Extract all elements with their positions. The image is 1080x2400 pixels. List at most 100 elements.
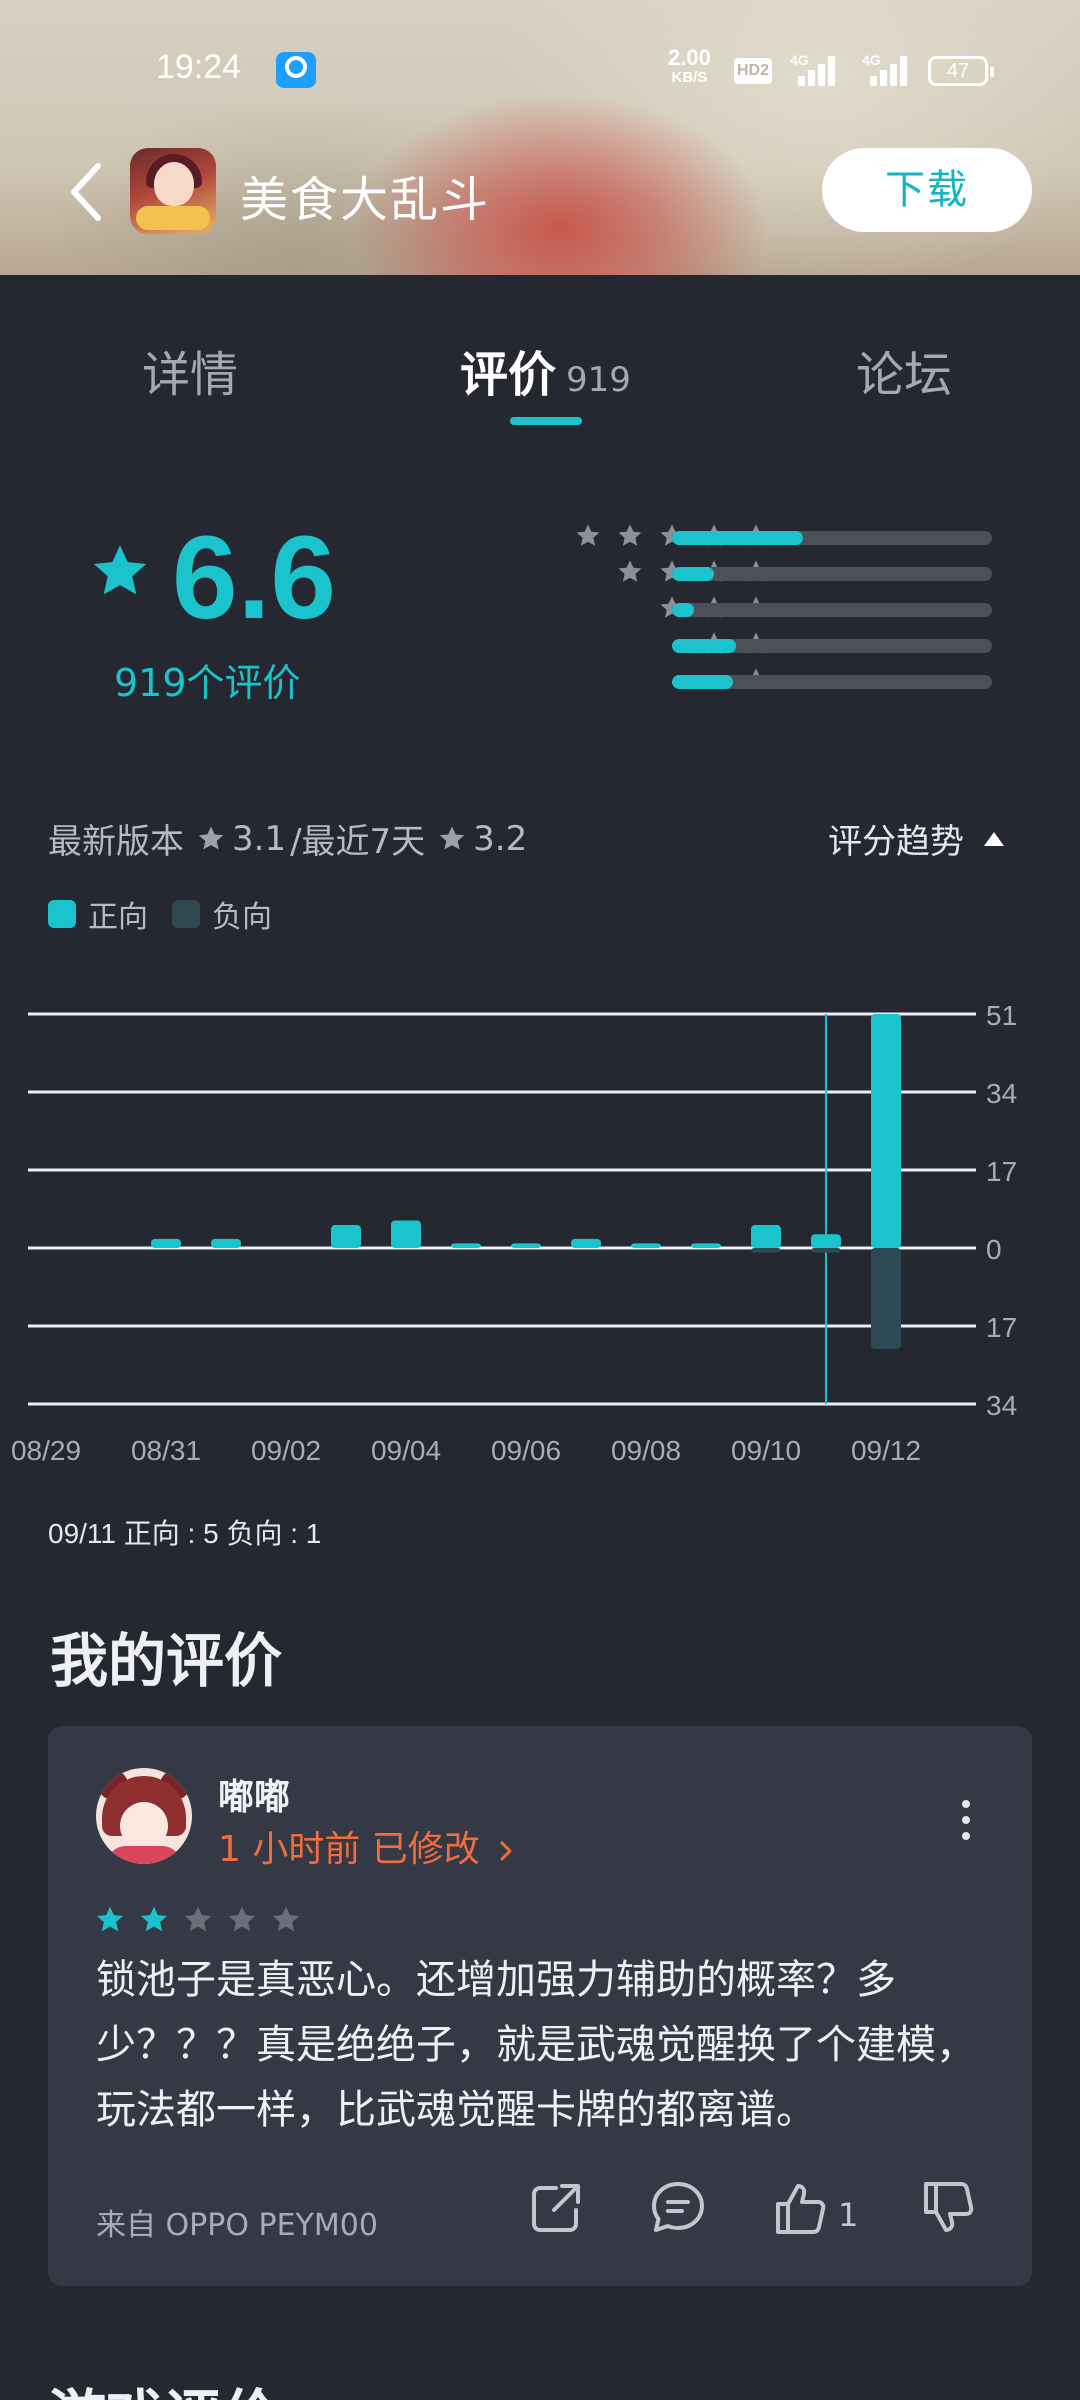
positive-bar <box>451 1243 481 1248</box>
battery-icon: 47 <box>928 56 994 86</box>
x-tick-label: 09/08 <box>611 1435 681 1466</box>
positive-bar <box>811 1234 841 1248</box>
star-empty-icon <box>184 1906 212 1932</box>
x-tick-label: 09/10 <box>731 1435 801 1466</box>
star-empty-icon <box>228 1906 256 1932</box>
app-icon <box>130 148 216 234</box>
positive-bar <box>571 1238 601 1248</box>
star-icon <box>576 524 600 546</box>
rating-row-4-star <box>440 558 992 588</box>
network-speed: 2.00 KB/S <box>668 45 711 87</box>
rating-trend-toggle[interactable]: 评分趋势 <box>828 814 1004 863</box>
device-label: 来自 OPPO PEYM00 <box>96 2208 378 2243</box>
rating-bar-fill <box>672 639 736 653</box>
app-header: 19:24 2.00 KB/S HD2 4G 4G 47 美食大乱斗 下载 <box>0 0 1080 275</box>
latest-version-score: 3.1 <box>232 818 287 859</box>
comment-button[interactable] <box>648 2178 708 2238</box>
y-tick-label: 0 <box>986 1234 1002 1265</box>
star-icon <box>439 826 465 849</box>
star-filled-icon <box>96 1906 124 1932</box>
hd-voice-icon: HD2 <box>734 58 772 84</box>
download-button[interactable]: 下载 <box>822 148 1032 232</box>
version-rating-line: 最新版本 3.1 /最近7天 3.2 <box>48 814 527 863</box>
more-options-button[interactable] <box>954 1800 978 1850</box>
y-tick-label: 51 <box>986 1000 1017 1031</box>
avatar[interactable] <box>96 1768 192 1864</box>
legend-negative: 负向 <box>172 892 272 936</box>
x-tick-label: 09/04 <box>371 1435 441 1466</box>
comment-icon <box>652 2182 704 2232</box>
tab-forum[interactable]: 论坛 <box>856 335 952 405</box>
status-time: 19:24 <box>156 48 242 86</box>
rating-trend-chart[interactable]: 51 34 17 0 17 34 08/29 08/31 09/02 09/04 09/06 09/0… <box>0 940 1080 1480</box>
x-tick-label: 09/06 <box>491 1435 561 1466</box>
rating-row-5-star <box>440 522 992 552</box>
rating-count: 919个评价 <box>114 661 301 705</box>
review-text: 锁池子是真恶心。还增加强力辅助的概率？多少？？？真是绝绝子，就是武魂觉醒换了个建… <box>96 1957 976 2133</box>
like-button[interactable] <box>770 2178 830 2238</box>
my-review-title: 我的评价 <box>50 1627 283 1695</box>
signal-icon-2: 4G <box>862 52 922 86</box>
positive-bar <box>871 1014 901 1248</box>
y-tick-label: 34 <box>986 1078 1017 1109</box>
rating-bar-fill <box>672 567 714 581</box>
tab-reviews[interactable]: 评价 919 <box>460 335 631 405</box>
positive-bar <box>691 1243 721 1248</box>
tab-bar: 详情 评价 919 论坛 <box>0 275 1080 435</box>
tab-details[interactable]: 详情 <box>142 335 238 405</box>
star-icon <box>198 826 224 849</box>
notification-app-icon <box>276 52 316 88</box>
chevron-right-icon <box>500 1841 512 1861</box>
rating-bar-track <box>672 639 992 653</box>
star-icon <box>618 524 642 546</box>
positive-bar <box>511 1243 541 1248</box>
y-tick-label: 34 <box>986 1390 1017 1421</box>
recent-label: /最近7天 <box>290 822 426 862</box>
positive-bar <box>391 1220 421 1248</box>
rating-bar-fill <box>672 603 695 617</box>
back-button[interactable] <box>62 158 112 226</box>
game-review-title: 游戏评价 <box>48 2370 280 2400</box>
triangle-up-icon <box>984 831 1004 846</box>
rating-score: 6.6 <box>172 512 337 644</box>
app-title: 美食大乱斗 <box>240 172 491 228</box>
y-tick-label: 17 <box>986 1312 1017 1343</box>
status-bar: 19:24 2.00 KB/S HD2 4G 4G 47 <box>0 0 1080 140</box>
my-review-card: 嘟嘟 1 小时前 已修改 锁池子是真恶心。还增加强力辅助的概率？多少？？？真是绝… <box>48 1726 1032 2286</box>
thumbs-down-icon <box>924 2182 974 2232</box>
latest-version-label: 最新版本 <box>48 822 184 862</box>
rating-row-1-star <box>440 666 992 696</box>
negative-bar <box>811 1248 841 1253</box>
x-tick-label: 08/29 <box>11 1435 81 1466</box>
signal-icon: 4G <box>790 52 850 86</box>
star-icon <box>618 560 642 582</box>
chart-legend: 正向 负向 <box>48 892 296 936</box>
rating-bar-track <box>672 675 992 689</box>
review-time-link[interactable]: 1 小时前 已修改 <box>218 1820 513 1872</box>
chevron-left-icon <box>71 163 101 221</box>
legend-positive: 正向 <box>48 892 148 936</box>
chart-svg: 51 34 17 0 17 34 08/29 08/31 09/02 09/04 09/06 09/0… <box>11 1000 1017 1466</box>
share-button[interactable] <box>526 2178 586 2238</box>
rating-bar-fill <box>672 531 804 545</box>
star-filled-icon <box>140 1906 168 1932</box>
star-empty-icon <box>272 1906 300 1932</box>
y-tick-label: 17 <box>986 1156 1017 1187</box>
rating-bar-track <box>672 567 992 581</box>
positive-bar <box>151 1238 181 1248</box>
positive-bar <box>331 1225 361 1248</box>
recent-score: 3.2 <box>473 818 528 859</box>
x-tick-label: 09/12 <box>851 1435 921 1466</box>
rating-row-2-star <box>440 630 992 660</box>
rating-bar-track <box>672 531 992 545</box>
username[interactable]: 嘟嘟 <box>218 1768 290 1820</box>
tab-indicator <box>510 417 582 425</box>
negative-bar <box>751 1248 781 1253</box>
x-tick-label: 08/31 <box>131 1435 201 1466</box>
positive-bar <box>751 1225 781 1248</box>
like-count: 1 <box>838 2196 859 2234</box>
share-icon <box>532 2184 580 2232</box>
chart-selection-summary: 09/11 正向 : 5 负向 : 1 <box>48 1518 322 1549</box>
rating-bar-fill <box>672 675 733 689</box>
dislike-button[interactable] <box>918 2178 978 2238</box>
